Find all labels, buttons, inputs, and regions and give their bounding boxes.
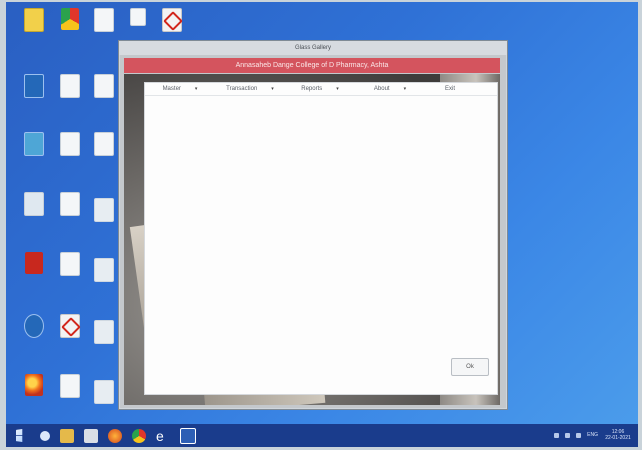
- file-icon: [60, 132, 80, 156]
- globe-icon: [24, 314, 44, 338]
- app-window-taskbar-icon[interactable]: [180, 427, 196, 444]
- desktop-icon[interactable]: [14, 74, 54, 114]
- file-icon: [60, 74, 80, 98]
- monitor-frame: Glass Gallery Annasaheb Dange College of…: [6, 2, 638, 447]
- clock[interactable]: 12:06 22-01-2021: [604, 429, 632, 441]
- acrobat-icon: [25, 252, 43, 274]
- menu-about[interactable]: About ▾: [355, 86, 425, 92]
- menu-bar: Master ▾ Transaction ▾ Reports ▾ About ▾: [145, 83, 497, 96]
- computer-icon: [24, 74, 44, 98]
- menu-exit[interactable]: Exit: [425, 86, 475, 92]
- store-icon[interactable]: [84, 428, 98, 443]
- file-icon: [94, 8, 114, 32]
- chevron-down-icon: ▾: [271, 86, 274, 92]
- desktop-icon[interactable]: [14, 314, 54, 354]
- chevron-down-icon: ▾: [336, 86, 339, 92]
- app-window[interactable]: Glass Gallery Annasaheb Dange College of…: [118, 40, 508, 410]
- system-tray: ENG 12:06 22-01-2021: [554, 429, 632, 441]
- taskbar: e ENG 12:06 22-01-2021: [6, 424, 638, 447]
- main-panel: Master ▾ Transaction ▾ Reports ▾ About ▾: [144, 82, 498, 395]
- folder-icon[interactable]: [60, 428, 74, 443]
- chevron-down-icon: ▾: [194, 86, 198, 92]
- window-icon: [94, 380, 114, 404]
- network-icon: [24, 132, 44, 156]
- menu-reports[interactable]: Reports ▾: [285, 86, 355, 92]
- language-indicator[interactable]: ENG: [587, 432, 598, 438]
- window-title: Glass Gallery: [119, 41, 507, 55]
- ok-button[interactable]: Ok: [451, 358, 489, 376]
- pdf-icon: [60, 314, 80, 338]
- file-icon: [94, 74, 114, 98]
- window-icon: [94, 198, 114, 222]
- chrome-icon: [61, 8, 79, 30]
- menu-transaction[interactable]: Transaction ▾: [215, 86, 285, 92]
- chrome-icon[interactable]: [132, 428, 146, 443]
- cursor-file-icon: [130, 8, 146, 26]
- desktop-icon[interactable]: [14, 374, 54, 414]
- volume-icon[interactable]: [576, 432, 582, 438]
- ie-icon[interactable]: e: [156, 429, 170, 443]
- desktop-icon[interactable]: [14, 8, 54, 48]
- file-icon: [24, 8, 44, 32]
- window-icon: [94, 258, 114, 282]
- college-banner: Annasaheb Dange College of D Pharmacy, A…: [124, 58, 500, 73]
- file-icon: [60, 374, 80, 398]
- search-icon[interactable]: [40, 430, 50, 441]
- firefox-icon[interactable]: [108, 428, 122, 443]
- firefox-icon: [25, 374, 43, 396]
- pdf-icon: [162, 8, 182, 32]
- start-button[interactable]: [16, 429, 23, 442]
- network-icon[interactable]: [565, 432, 571, 438]
- desktop[interactable]: Glass Gallery Annasaheb Dange College of…: [6, 2, 638, 424]
- file-icon: [60, 252, 80, 276]
- recycle-bin-icon: [24, 192, 44, 216]
- file-icon: [94, 132, 114, 156]
- chevron-down-icon: ▾: [403, 86, 407, 92]
- desktop-icon[interactable]: [14, 252, 54, 292]
- desktop-icon[interactable]: [14, 132, 54, 172]
- file-icon: [60, 192, 80, 216]
- up-arrow-icon[interactable]: [554, 432, 560, 438]
- window-icon: [94, 320, 114, 344]
- menu-master[interactable]: Master ▾: [145, 86, 215, 92]
- desktop-icon[interactable]: [14, 192, 54, 232]
